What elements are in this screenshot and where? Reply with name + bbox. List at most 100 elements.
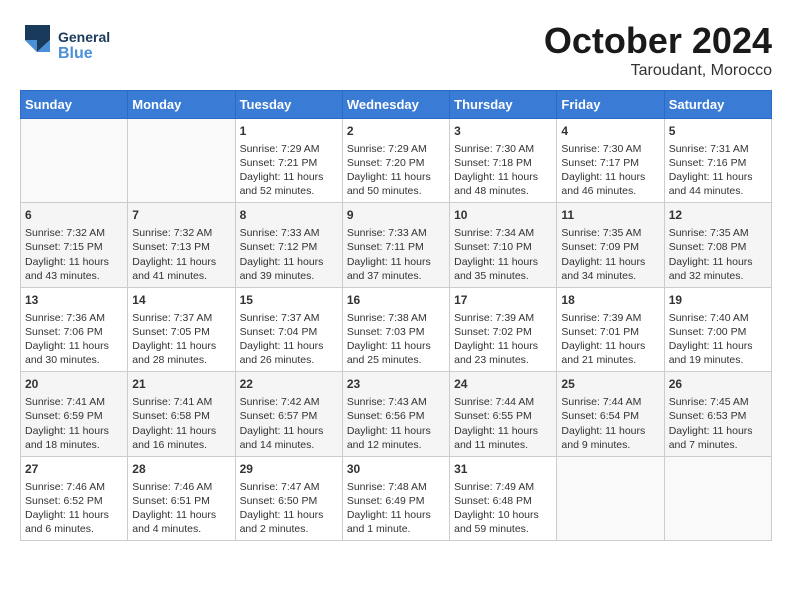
logo-svg: General Blue — [20, 20, 130, 70]
day-number: 16 — [347, 292, 445, 309]
calendar-cell: 28Sunrise: 7:46 AM Sunset: 6:51 PM Dayli… — [128, 456, 235, 540]
day-number: 18 — [561, 292, 659, 309]
day-header-sunday: Sunday — [21, 91, 128, 119]
calendar-cell: 14 Sunrise: 7:37 AM Sunset: 7:05 PM Dayli… — [128, 287, 235, 371]
calendar-cell: 25 Sunrise: 7:44 AM Sunset: 6:54 PM Dayli… — [557, 372, 664, 456]
day-info: Sunrise: 7:30 AM Sunset: 7:18 PM Dayligh… — [454, 142, 552, 199]
week-row-5: 27 Sunrise: 7:46 AM Sunset: 6:52 PM Dayli… — [21, 456, 772, 540]
calendar-cell: 30 Sunrise: 7:48 AM Sunset: 6:49 PM Dayli… — [342, 456, 449, 540]
day-info: Sunrise: 7:32 AM Sunset: 7:13 PM Dayligh… — [132, 226, 230, 283]
month-title: October 2024 — [544, 20, 772, 62]
day-number: 31 — [454, 461, 552, 478]
calendar-cell — [128, 119, 235, 203]
calendar-cell: 5Sunrise: 7:31 AM Sunset: 7:16 PM Daylig… — [664, 119, 771, 203]
calendar-cell: 24 Sunrise: 7:44 AM Sunset: 6:55 PM Dayli… — [450, 372, 557, 456]
calendar-cell: 22 Sunrise: 7:42 AM Sunset: 6:57 PM Dayli… — [235, 372, 342, 456]
day-info: Sunrise: 7:36 AM Sunset: 7:06 PM Dayligh… — [25, 311, 123, 368]
day-number: 7 — [132, 207, 230, 224]
calendar-cell: 31Sunrise: 7:49 AM Sunset: 6:48 PM Dayli… — [450, 456, 557, 540]
day-info: Sunrise: 7:42 AM Sunset: 6:57 PM Dayligh… — [240, 395, 338, 452]
day-number: 23 — [347, 376, 445, 393]
day-header-tuesday: Tuesday — [235, 91, 342, 119]
day-info: Sunrise: 7:29 AM Sunset: 7:21 PM Dayligh… — [240, 142, 338, 199]
day-info: Sunrise: 7:43 AM Sunset: 6:56 PM Dayligh… — [347, 395, 445, 452]
day-number: 20 — [25, 376, 123, 393]
day-number: 8 — [240, 207, 338, 224]
calendar-cell: 17Sunrise: 7:39 AM Sunset: 7:02 PM Dayli… — [450, 287, 557, 371]
day-info: Sunrise: 7:32 AM Sunset: 7:15 PM Dayligh… — [25, 226, 123, 283]
day-info: Sunrise: 7:38 AM Sunset: 7:03 PM Dayligh… — [347, 311, 445, 368]
day-info: Sunrise: 7:35 AM Sunset: 7:09 PM Dayligh… — [561, 226, 659, 283]
day-number: 17 — [454, 292, 552, 309]
calendar-cell: 12 Sunrise: 7:35 AM Sunset: 7:08 PM Dayli… — [664, 203, 771, 287]
day-info: Sunrise: 7:37 AM Sunset: 7:04 PM Dayligh… — [240, 311, 338, 368]
day-info: Sunrise: 7:29 AM Sunset: 7:20 PM Dayligh… — [347, 142, 445, 199]
calendar-cell: 6 Sunrise: 7:32 AM Sunset: 7:15 PM Daylig… — [21, 203, 128, 287]
day-info: Sunrise: 7:46 AM Sunset: 6:52 PM Dayligh… — [25, 480, 123, 537]
title-block: October 2024 Taroudant, Morocco — [544, 20, 772, 80]
day-number: 14 — [132, 292, 230, 309]
day-number: 24 — [454, 376, 552, 393]
calendar-cell: 20Sunrise: 7:41 AM Sunset: 6:59 PM Dayli… — [21, 372, 128, 456]
calendar-cell: 27 Sunrise: 7:46 AM Sunset: 6:52 PM Dayli… — [21, 456, 128, 540]
day-number: 27 — [25, 461, 123, 478]
day-number: 21 — [132, 376, 230, 393]
calendar-cell: 26 Sunrise: 7:45 AM Sunset: 6:53 PM Dayli… — [664, 372, 771, 456]
day-number: 11 — [561, 207, 659, 224]
day-number: 15 — [240, 292, 338, 309]
calendar-cell: 11 Sunrise: 7:35 AM Sunset: 7:09 PM Dayli… — [557, 203, 664, 287]
svg-text:Blue: Blue — [58, 45, 93, 62]
day-number: 1 — [240, 123, 338, 140]
day-number: 30 — [347, 461, 445, 478]
location: Taroudant, Morocco — [544, 62, 772, 80]
day-number: 22 — [240, 376, 338, 393]
calendar-cell: 8 Sunrise: 7:33 AM Sunset: 7:12 PM Daylig… — [235, 203, 342, 287]
calendar-cell: 7 Sunrise: 7:32 AM Sunset: 7:13 PM Daylig… — [128, 203, 235, 287]
calendar-cell: 1 Sunrise: 7:29 AM Sunset: 7:21 PM Daylig… — [235, 119, 342, 203]
day-info: Sunrise: 7:37 AM Sunset: 7:05 PM Dayligh… — [132, 311, 230, 368]
logo: General Blue — [20, 20, 130, 70]
day-header-saturday: Saturday — [664, 91, 771, 119]
day-info: Sunrise: 7:31 AM Sunset: 7:16 PM Dayligh… — [669, 142, 767, 199]
svg-text:General: General — [58, 29, 110, 45]
day-number: 6 — [25, 207, 123, 224]
calendar-cell: 23 Sunrise: 7:43 AM Sunset: 6:56 PM Dayli… — [342, 372, 449, 456]
week-row-3: 13 Sunrise: 7:36 AM Sunset: 7:06 PM Dayli… — [21, 287, 772, 371]
calendar-cell: 4Sunrise: 7:30 AM Sunset: 7:17 PM Daylig… — [557, 119, 664, 203]
day-number: 28 — [132, 461, 230, 478]
day-number: 29 — [240, 461, 338, 478]
day-header-thursday: Thursday — [450, 91, 557, 119]
calendar-cell: 2 Sunrise: 7:29 AM Sunset: 7:20 PM Daylig… — [342, 119, 449, 203]
calendar-cell — [664, 456, 771, 540]
page-header: General Blue October 2024 Taroudant, Mor… — [20, 20, 772, 80]
day-number: 13 — [25, 292, 123, 309]
day-number: 2 — [347, 123, 445, 140]
day-number: 26 — [669, 376, 767, 393]
calendar-cell: 29 Sunrise: 7:47 AM Sunset: 6:50 PM Dayli… — [235, 456, 342, 540]
day-info: Sunrise: 7:48 AM Sunset: 6:49 PM Dayligh… — [347, 480, 445, 537]
calendar-cell: 3 Sunrise: 7:30 AM Sunset: 7:18 PM Daylig… — [450, 119, 557, 203]
day-info: Sunrise: 7:47 AM Sunset: 6:50 PM Dayligh… — [240, 480, 338, 537]
day-header-friday: Friday — [557, 91, 664, 119]
day-info: Sunrise: 7:33 AM Sunset: 7:12 PM Dayligh… — [240, 226, 338, 283]
day-info: Sunrise: 7:45 AM Sunset: 6:53 PM Dayligh… — [669, 395, 767, 452]
day-header-monday: Monday — [128, 91, 235, 119]
calendar-cell: 10Sunrise: 7:34 AM Sunset: 7:10 PM Dayli… — [450, 203, 557, 287]
day-number: 3 — [454, 123, 552, 140]
calendar-cell — [21, 119, 128, 203]
calendar-cell: 9Sunrise: 7:33 AM Sunset: 7:11 PM Daylig… — [342, 203, 449, 287]
day-info: Sunrise: 7:41 AM Sunset: 6:58 PM Dayligh… — [132, 395, 230, 452]
header-row: SundayMondayTuesdayWednesdayThursdayFrid… — [21, 91, 772, 119]
day-info: Sunrise: 7:33 AM Sunset: 7:11 PM Dayligh… — [347, 226, 445, 283]
day-number: 25 — [561, 376, 659, 393]
day-info: Sunrise: 7:34 AM Sunset: 7:10 PM Dayligh… — [454, 226, 552, 283]
calendar-cell: 21 Sunrise: 7:41 AM Sunset: 6:58 PM Dayli… — [128, 372, 235, 456]
day-info: Sunrise: 7:44 AM Sunset: 6:55 PM Dayligh… — [454, 395, 552, 452]
day-info: Sunrise: 7:40 AM Sunset: 7:00 PM Dayligh… — [669, 311, 767, 368]
week-row-4: 20Sunrise: 7:41 AM Sunset: 6:59 PM Dayli… — [21, 372, 772, 456]
day-info: Sunrise: 7:35 AM Sunset: 7:08 PM Dayligh… — [669, 226, 767, 283]
day-number: 12 — [669, 207, 767, 224]
day-info: Sunrise: 7:44 AM Sunset: 6:54 PM Dayligh… — [561, 395, 659, 452]
day-number: 4 — [561, 123, 659, 140]
week-row-2: 6 Sunrise: 7:32 AM Sunset: 7:15 PM Daylig… — [21, 203, 772, 287]
